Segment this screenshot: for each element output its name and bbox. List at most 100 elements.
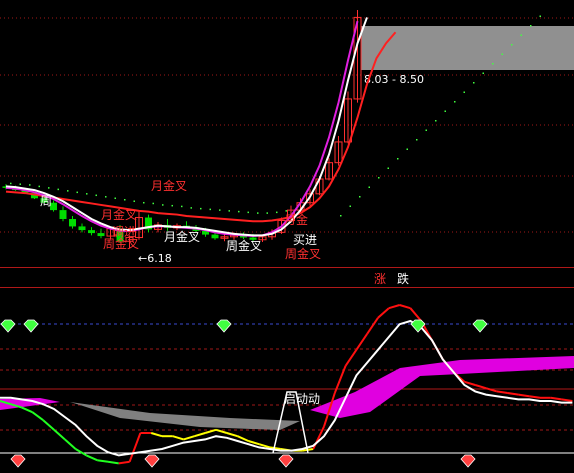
trend-dot (238, 210, 240, 213)
osc-signal-segment (53, 429, 66, 441)
osc-signal-segment (561, 398, 573, 402)
moving-average-lines (5, 17, 397, 238)
trend-dot (143, 201, 145, 204)
trend-dot (444, 110, 446, 112)
trend-dot (416, 139, 418, 141)
osc-signal-segment (377, 307, 390, 319)
osc-signal-segment (75, 448, 87, 457)
low-price-label: ←6.18 (138, 252, 172, 265)
osc-signal-segment (31, 411, 44, 422)
osc-signal-segment (172, 435, 184, 441)
osc-signal-segment (474, 384, 487, 390)
signal-week-gold-2: 周金叉 (226, 238, 262, 253)
trend-dot (133, 200, 135, 202)
signal-partial-week: 周 (40, 194, 52, 208)
osc-signal-segment (97, 459, 109, 463)
trend-dot (501, 53, 503, 55)
trend-dot (425, 129, 427, 131)
trend-dot (520, 34, 522, 36)
trend-dot (266, 212, 268, 214)
osc-signal-segment (388, 304, 400, 310)
osc-signal-segment (237, 435, 249, 442)
osc-signal-segment (107, 460, 119, 465)
signal-month-gold-1: 月金叉 (151, 178, 187, 193)
red-gem-icon (460, 454, 476, 468)
launch-label: 启动动 (284, 392, 320, 406)
trend-dot (435, 120, 437, 122)
trend-dot (10, 182, 12, 185)
red-gem-icon (278, 454, 294, 468)
trend-dot (340, 215, 342, 217)
osc-signal-segment (226, 432, 238, 438)
trend-dot (86, 193, 88, 195)
trend-dot (181, 205, 183, 208)
trend-dot (454, 101, 456, 103)
trend-dot (209, 208, 211, 211)
osc-signal-segment (128, 432, 142, 463)
trend-dot (378, 177, 380, 179)
trend-dot (247, 211, 249, 214)
osc-signal-segment (21, 406, 33, 414)
trend-dot (228, 210, 230, 212)
osc-signal-segment (194, 432, 206, 438)
candle-body (78, 226, 86, 231)
price-target-box (361, 26, 574, 70)
trend-dot (19, 183, 21, 185)
candle-body (69, 219, 76, 227)
osc-signal-segment (118, 460, 130, 465)
trend-dot (257, 212, 259, 214)
trend-dot (95, 194, 97, 197)
trend-dot (482, 72, 484, 74)
trend-dot (359, 196, 361, 198)
green-gem-icon (216, 319, 232, 333)
stock-chart: 8.03 - 8.50 月金叉 月金叉 月金叉 周金叉 周金叉 周金叉 买进 周… (0, 10, 574, 468)
trend-dot (48, 187, 50, 189)
osc-signal-segment (399, 304, 411, 310)
trend-dot (285, 210, 287, 212)
trend-dot (162, 204, 164, 206)
trend-dot (473, 82, 475, 84)
signal-gems (0, 319, 488, 468)
panel-divider-top (0, 267, 574, 268)
osc-signal-segment (518, 393, 530, 398)
green-gem-icon (0, 319, 16, 333)
trend-dot (152, 202, 154, 205)
trend-dot (530, 25, 532, 27)
trend-dot (219, 209, 221, 211)
price-target-label: 8.03 - 8.50 (364, 73, 424, 86)
trend-dot (406, 148, 408, 150)
trend-dot (105, 196, 107, 198)
osc-signal-segment (496, 390, 508, 394)
osc-signal-segment (366, 317, 379, 335)
candle-body (59, 210, 67, 220)
osc-signal-segment (150, 432, 163, 438)
trend-dot (387, 167, 389, 169)
trend-dot (171, 204, 173, 207)
signal-labels: 月金叉 月金叉 月金叉 周金叉 周金叉 周金叉 买进 周 调进 月金 ←6.18 (40, 178, 321, 265)
candle-body (211, 234, 219, 239)
panel-divider-bottom (0, 287, 574, 288)
red-gem-icon (144, 454, 160, 468)
oscillator-panel (0, 304, 574, 465)
osc-signal-segment (550, 396, 562, 401)
osc-signal-segment (85, 454, 98, 462)
osc-signal-segment (464, 380, 476, 386)
osc-band-right (310, 356, 574, 418)
osc-signal-segment (409, 307, 422, 322)
osc-signal-segment (344, 349, 358, 367)
trend-dot (492, 63, 494, 65)
trend-dot (539, 15, 541, 17)
osc-signal-segment (355, 333, 369, 351)
green-gem-icon (472, 319, 488, 333)
trend-dot (349, 205, 351, 207)
trend-dot (511, 44, 513, 46)
red-gem-icon (10, 454, 26, 468)
signal-month-gold-2: 月金叉 (101, 207, 137, 222)
trend-dot (397, 158, 399, 160)
trend-dot (29, 184, 31, 186)
trend-dot (38, 185, 40, 188)
osc-signal-segment (507, 392, 519, 396)
osc-signal-segment (42, 419, 55, 431)
trend-dot (276, 211, 278, 214)
trend-dot (57, 188, 59, 191)
